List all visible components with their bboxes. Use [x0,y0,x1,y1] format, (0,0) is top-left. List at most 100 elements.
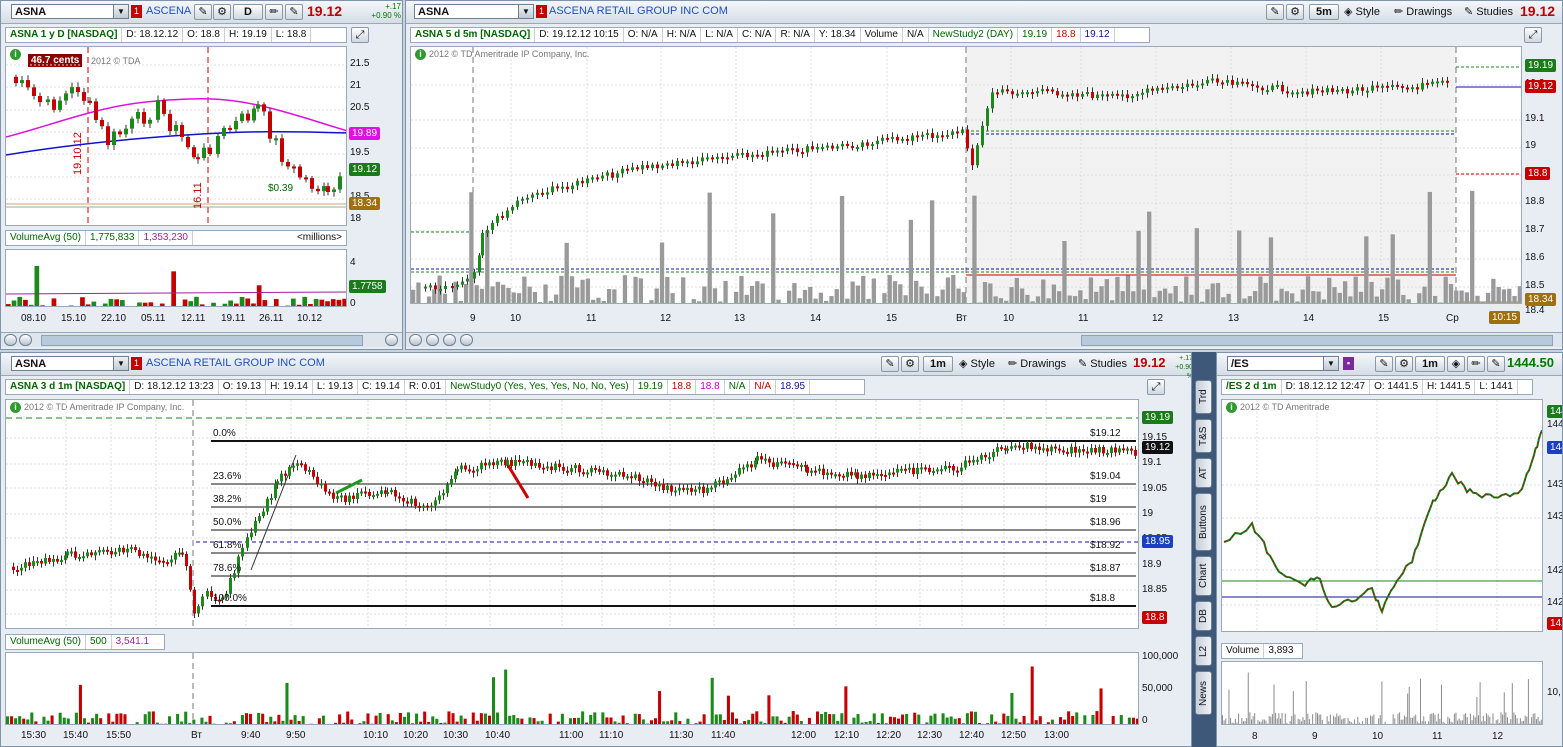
candle [771,150,774,153]
scroll-left-icon[interactable] [409,334,422,346]
candle [186,136,190,148]
symbol-input[interactable]: ASNA ▼ [11,356,129,371]
chevron-down-icon[interactable]: ▼ [113,357,128,370]
zoom-out-icon[interactable] [19,334,32,346]
style-button[interactable]: ◈ Style [959,356,995,372]
candle [662,483,665,490]
candle [484,462,487,466]
link-group-icon[interactable]: 1 [131,357,142,370]
candle [606,172,609,176]
aggregation-button[interactable]: 1m [923,356,953,372]
daily-info-bar: ASNA 1 y D [NASDAQ] D: 18.12.12 O: 18.8 … [5,27,347,43]
candle [1134,449,1137,456]
candle [380,490,383,494]
symbol-input[interactable]: /ES ▼ [1227,356,1339,371]
candle [606,470,609,476]
settings-icon[interactable]: ⚙ [213,4,231,20]
volume-bar [244,713,248,724]
candle [316,476,319,484]
scroll-right-icon[interactable] [385,334,398,346]
volume-bar [496,712,500,724]
percent-icon[interactable] [460,334,473,346]
aggregation-button[interactable]: D [233,4,263,20]
side-tab-buttons[interactable]: Buttons [1195,493,1212,551]
volume-bar [1038,716,1042,724]
side-tab-db[interactable]: DB [1195,601,1212,631]
candle [276,481,279,484]
symbol-input[interactable]: ASNA ▼ [11,4,129,19]
candle [610,474,613,477]
volume-bar [637,714,641,724]
volume-bar [350,719,354,724]
intraday-5m-plot[interactable]: i 2012 © TD Ameritrade IP Company, Inc. [410,46,1522,304]
daily-scrollbar[interactable] [1,332,402,347]
settings-icon[interactable]: ⚙ [1286,4,1304,20]
volume-bar [882,293,887,303]
side-tab-at[interactable]: AT [1195,458,1212,488]
style-button[interactable]: ◈ Style [1344,4,1380,20]
aggregation-button[interactable]: 5m [1309,4,1339,20]
candle [130,547,133,550]
side-tab-l2[interactable]: L2 [1195,636,1212,666]
volume-bar [1135,718,1138,724]
pencil-icon[interactable]: ✏ [1467,356,1485,372]
palette-icon[interactable]: ◈ [1447,356,1465,372]
studies-button[interactable]: ✎ Studies [1464,4,1513,20]
pencil-icon[interactable]: ✏ [265,4,283,20]
settings-icon[interactable]: ⚙ [901,356,919,372]
wrench-icon[interactable]: ✎ [881,356,899,372]
chart-toggle-icon[interactable]: ⤢ [351,27,369,43]
chevron-down-icon[interactable]: ▼ [113,5,128,18]
volume-bar [1385,277,1390,303]
zoom-in-icon[interactable] [4,334,17,346]
volume-bar [573,717,577,724]
futures-volume-plot[interactable] [1221,661,1543,725]
candle [100,119,104,127]
volume-bar [1328,721,1330,724]
chart-toggle-icon[interactable]: ⤢ [1524,27,1542,43]
wrench-icon[interactable]: ✎ [194,4,212,20]
chevron-down-icon[interactable]: ▼ [1323,357,1338,370]
fib-pct-label: 0.0% [213,428,236,439]
studies-button[interactable]: ✎ Studies [1078,356,1127,372]
intraday-5m-scrollbar[interactable] [406,332,1562,347]
settings-icon[interactable]: ⚙ [1395,356,1413,372]
futures-plot[interactable]: i 2012 © TD Ameritrade [1221,399,1543,632]
zoom-in-icon[interactable] [426,334,439,346]
chart-toggle-icon[interactable]: ⤢ [1147,379,1165,395]
drawings-button[interactable]: ✏ Drawings [1394,4,1452,20]
volume-bar [553,724,556,725]
volume-bar [501,284,506,303]
zoom-out-icon[interactable] [443,334,456,346]
link-group-icon[interactable]: 1 [536,5,547,18]
symbol-input[interactable]: ASNA ▼ [414,4,534,19]
side-tab-news[interactable]: News [1195,671,1212,715]
volume-bar [739,275,744,303]
candle [772,462,775,467]
candle [1356,87,1359,91]
scroll-thumb[interactable] [41,335,363,346]
volume-bar [556,721,560,724]
intraday-1m-volume-plot[interactable] [5,652,1139,725]
volume-bar [30,712,34,724]
drawings-button[interactable]: ✏ Drawings [1008,356,1066,372]
chevron-down-icon[interactable]: ▼ [518,5,533,18]
scroll-thumb[interactable] [1081,335,1553,346]
link-group-icon[interactable]: 1 [131,5,142,18]
wrench-icon[interactable]: ✎ [1375,356,1393,372]
studies-icon[interactable]: ✎ [285,4,303,20]
info-field: ASNA 3 d 1m [NASDAQ] [6,380,131,394]
side-tab-chart[interactable]: Chart [1195,556,1212,596]
link-group-icon[interactable]: ▪ [1343,357,1354,370]
studies-label: Studies [1090,358,1127,370]
aggregation-button[interactable]: 1m [1415,356,1445,372]
daily-price-plot[interactable]: i 46.7 cents 2012 © TDA 19.10.12 16.11 $… [5,46,347,226]
intraday-1m-plot[interactable]: i 2012 © TD Ameritrade IP Company, Inc. 0… [5,399,1139,629]
volume-bar [22,718,26,724]
studies-icon[interactable]: ✎ [1487,356,1505,372]
side-tab-trd[interactable]: Trd [1195,380,1212,414]
side-tab-ts[interactable]: T&S [1195,419,1212,453]
daily-volume-plot[interactable] [5,249,347,307]
volume-bar [816,711,820,724]
wrench-icon[interactable]: ✎ [1266,4,1284,20]
